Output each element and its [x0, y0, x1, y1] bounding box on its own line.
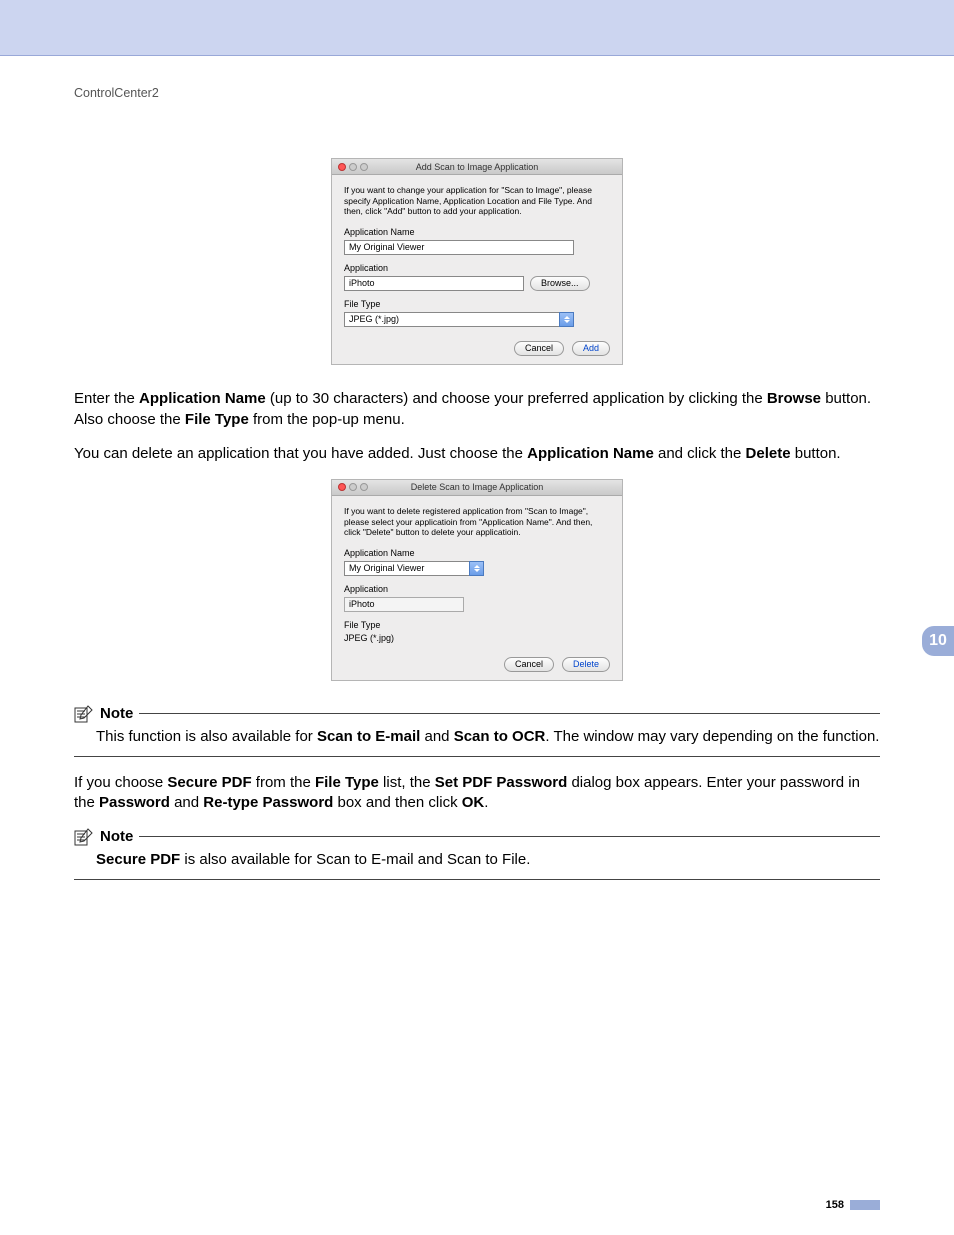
note-label: Note: [100, 705, 133, 722]
note-1-body: This function is also available for Scan…: [74, 727, 880, 748]
page-number: 158: [826, 1199, 844, 1211]
appname-label: Application Name: [344, 227, 610, 237]
application-label: Application: [344, 584, 610, 594]
close-icon[interactable]: [338, 163, 346, 171]
appname-label: Application Name: [344, 548, 610, 558]
add-dialog-titlebar: Add Scan to Image Application: [332, 159, 622, 175]
add-dialog: Add Scan to Image Application If you wan…: [331, 158, 623, 365]
chevron-down-icon: [559, 312, 574, 327]
note-icon: [74, 828, 94, 846]
appname-value: My Original Viewer: [344, 561, 484, 576]
page-footer: 158: [0, 1199, 954, 1211]
chapter-tab: 10: [922, 626, 954, 656]
paragraph-1: Enter the Application Name (up to 30 cha…: [74, 389, 880, 430]
appname-select[interactable]: My Original Viewer: [344, 561, 484, 576]
zoom-icon: [360, 163, 368, 171]
appname-input[interactable]: [344, 240, 574, 255]
note-block-2: Note Secure PDF is also available for Sc…: [74, 828, 880, 880]
page-number-bar: [850, 1200, 880, 1210]
delete-button[interactable]: Delete: [562, 657, 610, 672]
add-button[interactable]: Add: [572, 341, 610, 356]
application-label: Application: [344, 263, 610, 273]
note-block-1: Note This function is also available for…: [74, 705, 880, 757]
minimize-icon: [349, 483, 357, 491]
cancel-button[interactable]: Cancel: [514, 341, 564, 356]
filetype-label: File Type: [344, 620, 610, 630]
zoom-icon: [360, 483, 368, 491]
browse-button[interactable]: Browse...: [530, 276, 590, 291]
delete-dialog-title: Delete Scan to Image Application: [332, 482, 622, 492]
delete-dialog: Delete Scan to Image Application If you …: [331, 479, 623, 681]
add-dialog-description: If you want to change your application f…: [344, 185, 610, 217]
cancel-button[interactable]: Cancel: [504, 657, 554, 672]
paragraph-2: You can delete an application that you h…: [74, 444, 880, 465]
filetype-readonly: JPEG (*.jpg): [344, 633, 610, 643]
minimize-icon: [349, 163, 357, 171]
note-end-rule: [74, 879, 880, 880]
top-header-bar: [0, 0, 954, 56]
chevron-down-icon: [469, 561, 484, 576]
breadcrumb: ControlCenter2: [74, 86, 880, 100]
filetype-label: File Type: [344, 299, 610, 309]
filetype-value: JPEG (*.jpg): [344, 312, 574, 327]
filetype-select[interactable]: JPEG (*.jpg): [344, 312, 574, 327]
note-icon: [74, 705, 94, 723]
note-2-body: Secure PDF is also available for Scan to…: [74, 850, 880, 871]
delete-dialog-description: If you want to delete registered applica…: [344, 506, 610, 538]
application-readonly: [344, 597, 464, 612]
note-rule: [139, 836, 880, 837]
note-label: Note: [100, 828, 133, 845]
close-icon[interactable]: [338, 483, 346, 491]
note-end-rule: [74, 756, 880, 757]
add-dialog-title: Add Scan to Image Application: [332, 162, 622, 172]
application-input[interactable]: [344, 276, 524, 291]
delete-dialog-titlebar: Delete Scan to Image Application: [332, 480, 622, 496]
paragraph-3: If you choose Secure PDF from the File T…: [74, 773, 880, 814]
note-rule: [139, 713, 880, 714]
